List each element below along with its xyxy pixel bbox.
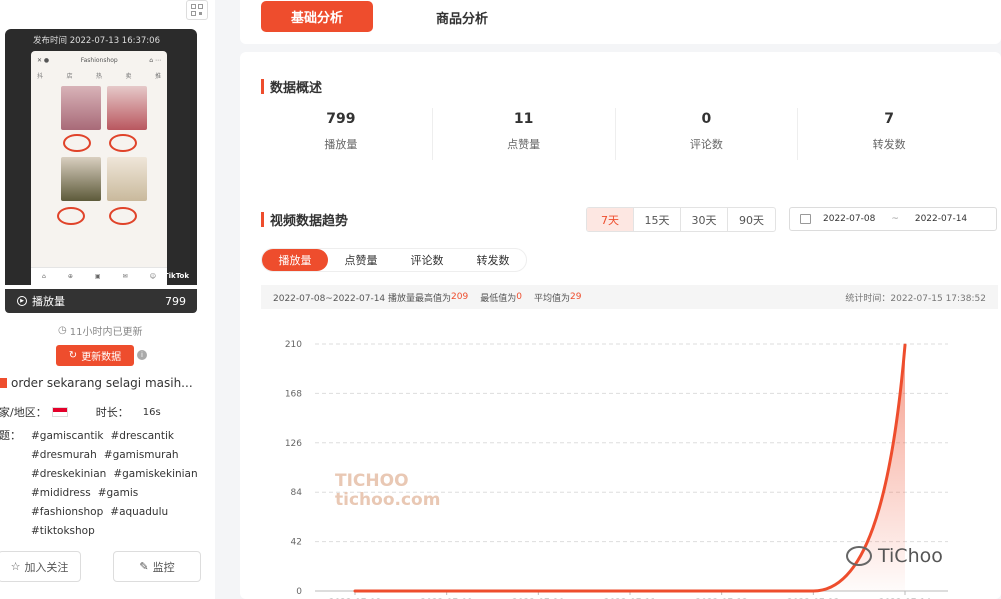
metric-tabs: 播放量 点赞量 评论数 转发数: [261, 248, 527, 272]
tiktok-logo: TikTok: [163, 272, 189, 280]
play-value: 799: [165, 294, 186, 308]
date-range-picker[interactable]: 2022-07-08 ~ 2022-07-14: [789, 207, 997, 231]
watermark-site: tichoo.com: [335, 490, 441, 510]
summary-max: 209: [451, 292, 469, 302]
play-icon: ▶: [17, 296, 27, 306]
update-status: ◷ 11小时内已更新: [58, 325, 143, 338]
hashtag[interactable]: #gamis: [98, 487, 139, 499]
qr-icon: [191, 4, 203, 16]
y-tick-label: 42: [291, 538, 302, 548]
video-thumbnail[interactable]: 发布时间 2022-07-13 16:37:06 ✕ ● Fashionshop ⌂…: [5, 29, 197, 285]
hashtag[interactable]: #gamiskekinian: [113, 468, 197, 480]
overview-section-title: 数据概述: [261, 77, 322, 96]
highlight-circle: [57, 207, 85, 225]
clock-icon: ◷: [58, 325, 67, 336]
highlight-circle: [109, 207, 137, 225]
range-7d[interactable]: 7天: [587, 208, 634, 231]
qr-code-button[interactable]: [186, 0, 208, 20]
stat-time: 统计时间：2022-07-15 17:38:52: [845, 293, 986, 304]
y-tick-label: 210: [285, 340, 302, 350]
hashtag[interactable]: #gamismurah: [104, 449, 179, 461]
range-90d[interactable]: 90天: [728, 208, 775, 231]
tab-goods-analysis[interactable]: 商品分析: [436, 8, 488, 27]
publish-time: 发布时间 2022-07-13 16:37:06: [33, 36, 160, 46]
product-image: [61, 157, 101, 201]
range-30d[interactable]: 30天: [681, 208, 728, 231]
summary-min: 0: [516, 292, 522, 302]
highlight-circle: [63, 134, 91, 152]
wechat-icon: [846, 546, 872, 566]
stat-plays: 799 播放量: [250, 108, 433, 160]
hashtag[interactable]: #mididress: [31, 487, 91, 499]
hashtag[interactable]: #drescantik: [111, 430, 174, 442]
play-label: 播放量: [32, 295, 65, 308]
video-title: order sekarang selagi masih...: [0, 376, 193, 390]
y-tick-label: 84: [291, 488, 303, 498]
trend-section-title: 视频数据趋势: [261, 210, 348, 229]
stat-shares: 7 转发数: [872, 111, 906, 151]
tab-basic-analysis[interactable]: 基础分析: [261, 1, 373, 32]
phone-screenshot: ✕ ● Fashionshop ⌂ ⋯ 抖 店 热 卖 推 ⌂ ⊕ ▣ ✉ ☺: [31, 51, 167, 285]
date-end: 2022-07-14: [914, 214, 968, 224]
analysis-card: 数据概述 799 播放量 11 点赞量 0 评论数 7 转发数 视频数据趋势 7天 15…: [240, 52, 1001, 599]
hashtag[interactable]: #dresmurah: [31, 449, 97, 461]
watermark-brand: TICHOO: [335, 471, 409, 491]
stat-comments: 0 评论数: [616, 108, 799, 160]
product-image: [107, 86, 147, 130]
bookmark-icon: [0, 378, 7, 388]
highlight-circle: [109, 134, 137, 152]
hashtag[interactable]: #gamiscantik: [31, 430, 104, 442]
y-tick-label: 126: [285, 439, 302, 449]
hashtag[interactable]: #tiktokshop: [31, 525, 95, 537]
range-selector: 7天 15天 30天 90天: [586, 207, 776, 232]
video-info-panel: 发布时间 2022-07-13 16:37:06 ✕ ● Fashionshop ⌂…: [0, 0, 215, 599]
refresh-data-button[interactable]: ↻ 更新数据: [56, 345, 134, 366]
tab-comments[interactable]: 评论数: [394, 249, 460, 271]
follow-button[interactable]: ☆ 加入关注: [0, 551, 81, 582]
tab-likes[interactable]: 点赞量: [328, 249, 394, 271]
trend-summary: 2022-07-08~2022-07-14 播放量最高值为 209 最低值为 0…: [261, 285, 998, 309]
analysis-tabs: 基础分析 商品分析: [240, 0, 1001, 44]
series-line: [353, 343, 907, 593]
phone-header: Fashionshop: [80, 57, 118, 64]
phone-tabs: 抖 店 热 卖 推: [37, 73, 161, 80]
tab-plays[interactable]: 播放量: [262, 249, 328, 271]
product-image: [107, 157, 147, 201]
tab-shares[interactable]: 转发数: [460, 249, 526, 271]
y-tick-label: 168: [285, 389, 302, 399]
calendar-icon: [800, 214, 811, 224]
tichoo-watermark: TICHOO tichoo.com: [335, 472, 440, 510]
hashtag-list: #gamiscantik #drescantik #dresmurah #gamis…: [31, 427, 211, 541]
summary-avg: 29: [569, 292, 582, 302]
series-area: [355, 345, 905, 591]
star-icon: ☆: [10, 560, 21, 573]
hashtag[interactable]: #dreskekinian: [31, 468, 106, 480]
duration-value: 16s: [142, 406, 161, 418]
duration-label: 时长：: [95, 406, 129, 419]
info-icon[interactable]: i: [137, 350, 147, 360]
stat-likes: 11 点赞量: [433, 108, 616, 160]
tags-label: 话题：: [0, 429, 21, 442]
product-image: [61, 86, 101, 130]
country-label: 国家/地区：: [0, 406, 47, 419]
hashtag[interactable]: #fashionshop: [31, 506, 103, 518]
play-count-bar: ▶ 播放量 799: [5, 289, 197, 313]
phone-navbar: ⌂ ⊕ ▣ ✉ ☺: [31, 267, 167, 285]
y-tick-label: 0: [296, 587, 302, 597]
pin-icon: ✎: [139, 560, 149, 573]
range-15d[interactable]: 15天: [634, 208, 681, 231]
indonesia-flag-icon: [51, 407, 68, 417]
date-start: 2022-07-08: [823, 214, 876, 224]
monitor-button[interactable]: ✎ 监控: [113, 551, 201, 582]
wechat-badge: TiChoo: [846, 545, 943, 567]
hashtag[interactable]: #aquadulu: [110, 506, 168, 518]
refresh-icon: ↻: [68, 350, 78, 361]
overview-stats: 799 播放量 11 点赞量 0 评论数 7 转发数: [250, 108, 980, 160]
video-meta: 国家/地区： 时长： 16s: [0, 404, 161, 420]
